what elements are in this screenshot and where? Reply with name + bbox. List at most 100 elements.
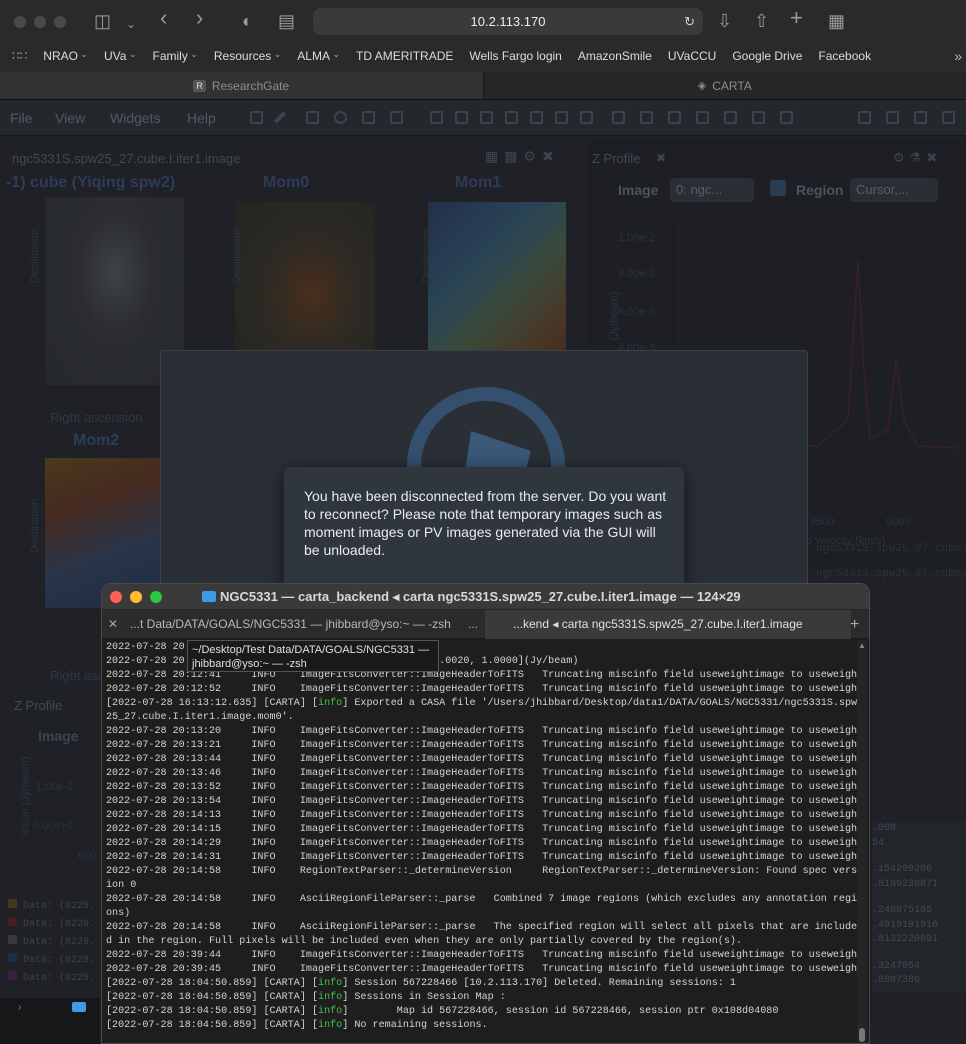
reader-icon[interactable]: ▤ (278, 11, 295, 31)
log-line: [2022-07-28 18:04:50.859] [CARTA] [info]… (106, 1006, 779, 1017)
bookmark-facebook[interactable]: Facebook (818, 49, 871, 63)
legend-entry: ngc5331S.spw25_27.cube.I (816, 543, 966, 555)
log-line: 2022-07-28 20:13:21 INFO ImageFitsConver… (106, 740, 858, 751)
url-text: 10.2.113.170 (470, 14, 546, 29)
forward-icon[interactable]: › (196, 7, 203, 29)
bookmark-amazonsmile[interactable]: AmazonSmile (578, 49, 652, 63)
region-checkbox[interactable] (770, 180, 786, 196)
log-line: 2022-07-28 20:13:52 INFO ImageFitsConver… (106, 782, 858, 793)
toolbar-widget-icon[interactable] (455, 111, 468, 124)
scroll-up-icon[interactable]: ▲ (858, 641, 866, 650)
log-line: 2022-07-28 20:14:15 INFO ImageFitsConver… (106, 824, 858, 835)
log-line: 2022-07-28 20:13:44 INFO ImageFitsConver… (106, 754, 858, 765)
region-select[interactable]: Cursor,... (850, 178, 938, 202)
y-tick: 0.00e+0 (33, 820, 74, 832)
window-zoom-button[interactable] (54, 16, 66, 28)
log-line: 2022-07-28 20:39:44 INFO ImageFitsConver… (106, 950, 858, 961)
y-axis-label: Value (Jy/beam) (19, 756, 32, 836)
toolbar-widget-icon[interactable] (696, 111, 709, 124)
more-bookmarks-icon[interactable]: » (954, 48, 962, 64)
tab-close-icon[interactable]: ✕ (108, 610, 118, 639)
x-tick: 8500 (810, 516, 835, 528)
menu-widgets[interactable]: Widgets (110, 110, 161, 126)
maximize-button[interactable] (150, 591, 162, 603)
terminal-title: NGC5331 — carta_backend ◂ carta ngc5331S… (220, 589, 741, 604)
grid-icon[interactable]: ∷∷ (12, 49, 27, 63)
toolbar-widget-icon[interactable] (724, 111, 737, 124)
chevron-right-icon[interactable]: › (18, 1002, 21, 1013)
close-icon[interactable]: ✖ (656, 151, 666, 165)
bookmark-nrao[interactable]: NRAO (43, 49, 88, 63)
terminal-output[interactable]: 2022-07-28 20 kes I2022-07-28 20 els [0.… (106, 641, 858, 1041)
toolbar-rect-icon[interactable] (306, 111, 319, 124)
tab-overflow-icon[interactable]: ... (468, 610, 478, 639)
image-select[interactable]: 0: ngc... (670, 178, 754, 202)
toolbar-widget-icon[interactable] (430, 111, 443, 124)
panel-controls-icon[interactable]: ▦▩⚙✖ (485, 148, 560, 165)
toolbar-widget-icon[interactable] (858, 111, 871, 124)
toolbar-widget-icon[interactable] (752, 111, 765, 124)
window-minimize-button[interactable] (34, 16, 46, 28)
data-list: Data: (8229. Data: (8229. Data: (8229. D… (8, 898, 95, 988)
log-line: 2022-07-28 20:14:29 INFO ImageFitsConver… (106, 838, 858, 849)
dec-axis-label: Declination (231, 228, 244, 284)
toolbar-pointer-icon[interactable] (250, 111, 263, 124)
toolbar-widget-icon[interactable] (505, 111, 518, 124)
sidebar-icon[interactable]: ◫ (94, 11, 111, 31)
toolbar-line-icon[interactable] (273, 111, 287, 124)
tab-researchgate[interactable]: R ResearchGate (0, 72, 484, 99)
toolbar-polyline-icon[interactable] (390, 111, 403, 124)
shield-icon[interactable]: ◐ (242, 11, 253, 31)
bookmark-google-drive[interactable]: Google Drive (732, 49, 802, 63)
terminal-tabbar: ✕ ...t Data/DATA/GOALS/NGC5331 — jhibbar… (102, 610, 869, 639)
bookmark-family[interactable]: Family (153, 49, 198, 63)
bookmark-resources[interactable]: Resources (214, 49, 281, 63)
toolbar-widget-icon[interactable] (914, 111, 927, 124)
menu-file[interactable]: File (10, 110, 33, 126)
settings-icon[interactable]: ⚙⚗✖ (893, 150, 942, 166)
toolbar-widget-icon[interactable] (480, 111, 493, 124)
window-close-button[interactable] (14, 16, 26, 28)
menu-help[interactable]: Help (187, 110, 216, 126)
toolbar-ellipse-icon[interactable] (334, 111, 347, 124)
close-button[interactable] (110, 591, 122, 603)
minimize-button[interactable] (130, 591, 142, 603)
tab-overview-icon[interactable]: ▦ (828, 11, 845, 31)
terminal-scrollbar[interactable]: ▲ (857, 640, 867, 1043)
back-icon[interactable]: ‹ (160, 7, 167, 29)
toolbar-widget-icon[interactable] (612, 111, 625, 124)
toolbar-widget-icon[interactable] (640, 111, 653, 124)
region-label: Region (796, 182, 844, 198)
toolbar-widget-icon[interactable] (580, 111, 593, 124)
log-line: [2022-07-28 16:13:12.635] [CARTA] [info]… (106, 698, 858, 723)
toolbar-widget-icon[interactable] (555, 111, 568, 124)
data-row: Data: (8229. (8, 916, 95, 934)
new-tab-icon[interactable]: + (790, 7, 803, 29)
tab-carta[interactable]: ◈ CARTA (483, 72, 966, 99)
toolbar-polygon-icon[interactable] (362, 111, 375, 124)
terminal-tab-carta[interactable]: ...kend ◂ carta ngc5331S.spw25_27.cube.I… (485, 610, 851, 639)
new-tab-button[interactable]: + (850, 610, 859, 639)
share-icon[interactable]: ⇧ (754, 11, 769, 31)
image-panel-title: ngc5331S.spw25_27.cube.I.iter1.image (12, 151, 241, 166)
toolbar-widget-icon[interactable] (942, 111, 955, 124)
toolbar-widget-icon[interactable] (780, 111, 793, 124)
chevron-down-icon[interactable]: ⌄ (126, 14, 136, 34)
scroll-thumb[interactable] (859, 1028, 865, 1042)
address-bar[interactable]: 10.2.113.170 ↻ (313, 8, 703, 35)
bookmark-uva[interactable]: UVa (104, 49, 137, 63)
toolbar-widget-icon[interactable] (886, 111, 899, 124)
y-tick: 6.00e-3 (618, 306, 656, 318)
image-title-mom2: Mom2 (73, 432, 120, 449)
bookmark-alma[interactable]: ALMA (297, 49, 340, 63)
log-line: [2022-07-28 18:04:50.859] [CARTA] [info]… (106, 1020, 488, 1031)
terminal-tab-zsh[interactable]: ...t Data/DATA/GOALS/NGC5331 — jhibbard@… (130, 610, 458, 639)
bookmark-uvaccu[interactable]: UVaCCU (668, 49, 716, 63)
toolbar-widget-icon[interactable] (530, 111, 543, 124)
bookmark-td-ameritrade[interactable]: TD AMERITRADE (356, 49, 453, 63)
toolbar-widget-icon[interactable] (668, 111, 681, 124)
menu-view[interactable]: View (55, 110, 85, 126)
download-icon[interactable]: ⇩ (717, 11, 732, 31)
bookmark-wells-fargo[interactable]: Wells Fargo login (469, 49, 561, 63)
reload-icon[interactable]: ↻ (684, 8, 695, 35)
